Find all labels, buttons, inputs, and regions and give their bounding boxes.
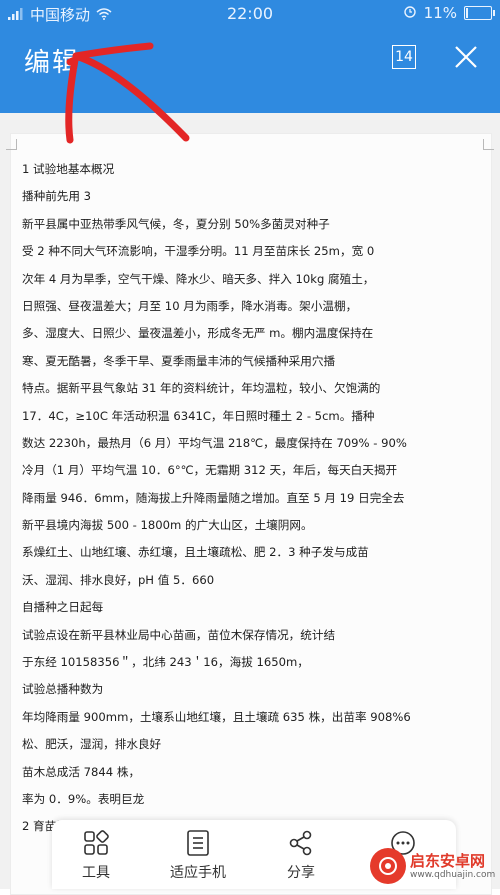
watermark: 启东安卓网 www.qdhuajin.com <box>370 846 496 886</box>
share-icon <box>289 830 312 856</box>
document-line: 试验点设在新平县林业局中心苗画，苗位木保存情况，统计结 <box>22 627 336 642</box>
alarm-icon <box>403 4 417 22</box>
status-right: 11% <box>403 4 495 22</box>
tools-button[interactable]: 工具 <box>46 830 146 882</box>
share-button[interactable]: 分享 <box>251 830 351 882</box>
document-line: 多、湿度大、日照少、量夜温差小，形成冬无严 m。棚内温度保持在 <box>22 326 374 341</box>
document-line: 系燥红土、山地红壤、赤红壤，且土壤疏松、肥 2．3 种子发与成苗 <box>22 545 369 560</box>
battery-percent: 11% <box>423 4 457 22</box>
document-line: 率为 0．9%。表明巨龙 <box>22 791 145 806</box>
page-title[interactable]: 编辑 <box>24 42 80 79</box>
document-line: 试验总播种数为 <box>22 682 104 697</box>
page-count-button[interactable]: 14 <box>392 45 416 69</box>
document-line: 冷月（1 月）平均气温 10．6°℃，无霜期 312 天，年后，每天白天揭开 <box>22 463 398 478</box>
watermark-text: 启东安卓网 www.qdhuajin.com <box>410 851 496 880</box>
document-line: 年均降雨量 900mm，土壤系山地红壤，且土壤疏 635 株，出苗率 908%6 <box>22 709 411 724</box>
fit-phone-button[interactable]: 适应手机 <box>148 830 248 882</box>
grid-icon <box>84 830 109 855</box>
document-line: 松、肥沃，湿润，排水良好 <box>22 737 162 752</box>
fit-screen-icon <box>187 830 209 856</box>
status-bar: 中国移动 22:00 11% <box>0 0 500 28</box>
document-line: 沃、湿润、排水良好，pH 值 5．660 <box>22 572 215 587</box>
document-line: 次年 4 月为旱季，空气干燥、降水少、暗天多、拌入 10kg 腐殖土， <box>22 271 375 286</box>
document-line: 播种前先用 3 <box>22 189 92 204</box>
document-line: 寒、夏无酷暑，冬季干旱、夏季雨量丰沛的气候播种采用穴播 <box>22 353 336 368</box>
battery-icon <box>464 6 495 20</box>
document-line: 日照强、昼夜温差大；月至 10 月为雨季，降水消毒。架小温棚， <box>22 298 358 313</box>
document-line: 17．4C，≥10C 年活动积温 6341C，年日照时種土 2 - 5cm。播种 <box>22 408 375 423</box>
tools-label: 工具 <box>82 865 110 881</box>
document-line: 苗木总成活 7844 株， <box>22 764 141 779</box>
document-line: 1 试验地基本概况 <box>22 162 115 176</box>
close-icon[interactable] <box>452 43 480 71</box>
document-line: 降雨量 946．6mm，随海拔上升降雨量随之增加。直至 5 月 19 日完全去 <box>22 490 405 505</box>
document-line: 新平县境内海拔 500 - 1800m 的广大山区，土壤阴网。 <box>22 518 313 533</box>
document-line: 特点。据新平县气象站 31 年的资料统计，年均温粒，较小、欠饱满的 <box>22 381 381 396</box>
document-line: 数达 2230h，最热月（6 月）平均气温 218℃，最度保持在 709% - … <box>22 435 407 450</box>
document-line: 受 2 种不同大气环流影响，干湿季分明。11 月至苗床长 25m，宽 0 <box>22 244 375 259</box>
document-line: 新平县属中亚热带季风气候，冬，夏分别 50%多菌灵对种子 <box>22 216 330 231</box>
document-line: 于东经 10158356＂，北纬 243＇16，海拔 1650m， <box>22 655 309 670</box>
fit-phone-label: 适应手机 <box>170 865 226 881</box>
watermark-name: 启东安卓网 <box>410 851 486 870</box>
share-label: 分享 <box>287 865 315 881</box>
document-text: 1 试验地基本概况 播种前先用 3 新平县属中亚热带季风气候，冬，夏分别 50%多菌… <box>22 161 492 846</box>
document-line: 自播种之日起每 <box>22 600 104 615</box>
page-margin-mark <box>6 139 17 150</box>
watermark-url: www.qdhuajin.com <box>410 869 496 880</box>
page-margin-mark <box>483 139 494 150</box>
watermark-logo-icon <box>370 848 406 884</box>
app-header: 中国移动 22:00 11% 编辑 14 <box>0 0 500 113</box>
